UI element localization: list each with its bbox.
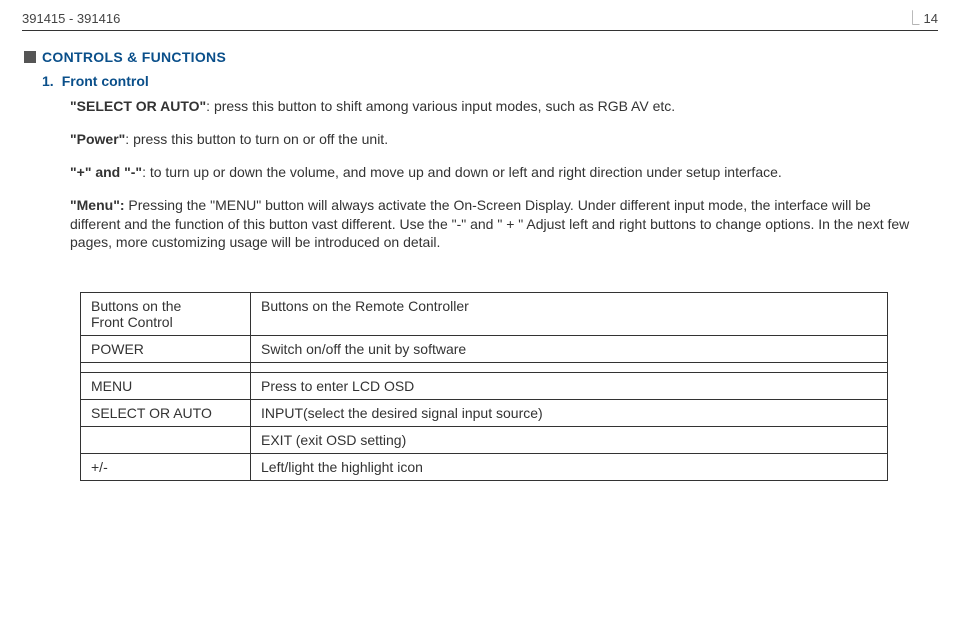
list-item-1: 1. Front control bbox=[42, 73, 938, 89]
cell-menu-left: MENU bbox=[81, 373, 251, 400]
cell-exit-right: EXIT (exit OSD setting) bbox=[251, 427, 888, 454]
cell-select-left: SELECT OR AUTO bbox=[81, 400, 251, 427]
table-container: Buttons on the Front Control Buttons on … bbox=[80, 292, 888, 481]
table-row: +/- Left/light the highlight icon bbox=[81, 454, 888, 481]
table-row: SELECT OR AUTO INPUT(select the desired … bbox=[81, 400, 888, 427]
cell-text: Front Control bbox=[91, 314, 173, 330]
cell-power-left: POWER bbox=[81, 336, 251, 363]
header-page: ⎿ 14 bbox=[906, 8, 938, 28]
cell-plusminus-left: +/- bbox=[81, 454, 251, 481]
paragraph-plusminus: "+" and "-": to turn up or down the volu… bbox=[70, 163, 910, 182]
table-spacer-row bbox=[81, 363, 888, 373]
label-select-auto: "SELECT OR AUTO" bbox=[70, 98, 206, 114]
table-row: EXIT (exit OSD setting) bbox=[81, 427, 888, 454]
text-power: : press this button to turn on or off th… bbox=[125, 131, 388, 147]
paragraph-power: "Power": press this button to turn on or… bbox=[70, 130, 910, 149]
cell-plusminus-right: Left/light the highlight icon bbox=[251, 454, 888, 481]
text-select-auto: : press this button to shift among vario… bbox=[206, 98, 675, 114]
cell-power-right: Switch on/off the unit by software bbox=[251, 336, 888, 363]
cell-empty bbox=[251, 363, 888, 373]
label-menu: "Menu": bbox=[70, 197, 125, 213]
cell-empty bbox=[81, 363, 251, 373]
cell-exit-left bbox=[81, 427, 251, 454]
page-number: 14 bbox=[924, 11, 938, 26]
section-title-row: CONTROLS & FUNCTIONS bbox=[24, 49, 938, 65]
label-plusminus: "+" and "-" bbox=[70, 164, 142, 180]
cell-menu-right: Press to enter LCD OSD bbox=[251, 373, 888, 400]
page-header: 391415 - 391416 ⎿ 14 bbox=[22, 8, 938, 31]
controls-table: Buttons on the Front Control Buttons on … bbox=[80, 292, 888, 481]
table-row: Buttons on the Front Control Buttons on … bbox=[81, 293, 888, 336]
cell-select-right: INPUT(select the desired signal input so… bbox=[251, 400, 888, 427]
list-label: Front control bbox=[62, 73, 149, 89]
section-bullet-icon bbox=[24, 51, 36, 63]
paragraph-select-auto: "SELECT OR AUTO": press this button to s… bbox=[70, 97, 910, 116]
list-number: 1. bbox=[42, 73, 54, 89]
paragraph-menu: "Menu": Pressing the "MENU" button will … bbox=[70, 196, 910, 253]
section-title: CONTROLS & FUNCTIONS bbox=[42, 49, 226, 65]
table-row: POWER Switch on/off the unit by software bbox=[81, 336, 888, 363]
cell-remote-header: Buttons on the Remote Controller bbox=[251, 293, 888, 336]
cell-front-control-header: Buttons on the Front Control bbox=[81, 293, 251, 336]
text-plusminus: : to turn up or down the volume, and mov… bbox=[142, 164, 782, 180]
header-doc-id: 391415 - 391416 bbox=[22, 11, 120, 26]
table-row: MENU Press to enter LCD OSD bbox=[81, 373, 888, 400]
page-bracket-icon: ⎿ bbox=[906, 8, 920, 28]
content-block: "SELECT OR AUTO": press this button to s… bbox=[70, 97, 910, 252]
text-menu: Pressing the "MENU" button will always a… bbox=[70, 197, 909, 251]
cell-text: Buttons on the bbox=[91, 298, 181, 314]
label-power: "Power" bbox=[70, 131, 125, 147]
